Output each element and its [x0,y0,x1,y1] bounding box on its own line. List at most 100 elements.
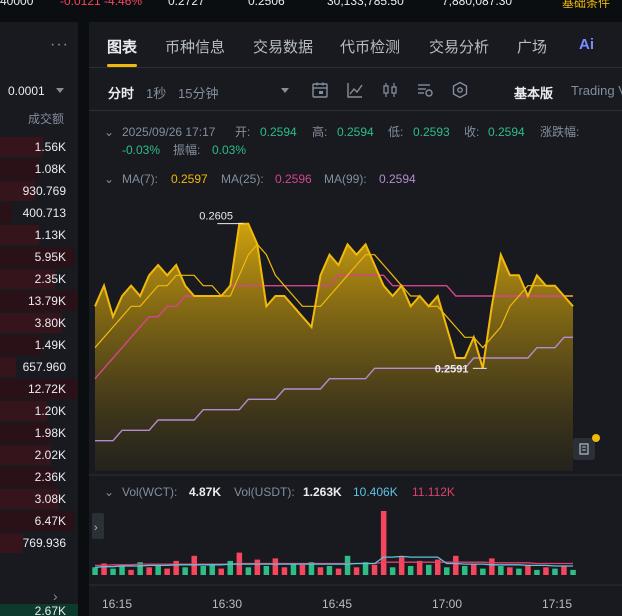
order-book-header: ··· [0,22,78,68]
volume-bar [245,567,252,575]
tab-token-check[interactable]: 代币检测 [340,36,400,57]
volume-bar [326,566,333,575]
time-tick-label: 17:00 [432,597,462,611]
volume-bar [534,569,540,575]
order-book-value: 1.56K [34,140,66,154]
order-book-value: 1.49K [34,338,66,352]
tab-square[interactable]: 广场 [517,36,547,57]
column-header-turnover: 成交额 [28,112,65,126]
order-book-row[interactable]: 1.49K [0,334,78,356]
volume-bar [254,559,261,575]
volume-bar [416,560,423,575]
vol-ma1-value: 10.406K [353,485,398,499]
volume-bar [462,566,468,575]
order-book-row[interactable]: 1.20K [0,400,78,422]
order-book-value: 13.79K [27,294,66,308]
order-book-row[interactable]: 657.960 [0,356,78,378]
order-book-row[interactable]: 1.08K [0,158,78,180]
order-book-row[interactable]: 1.98K [0,422,78,444]
order-book-row[interactable]: 2.35K [0,268,78,290]
order-book-row[interactable]: 2.36K [0,466,78,488]
order-book-value: 3.08K [34,492,66,506]
hexagon-icon[interactable] [451,81,469,99]
order-book-row[interactable]: 12.72K [0,378,78,400]
ticker-turnover: 7,880,087.30 [442,0,513,8]
volume-bar [164,568,170,575]
precision-select[interactable]: 0.0001 [8,84,45,98]
timeframe-1s[interactable]: 1秒 [146,83,166,102]
volume-bar [489,558,495,575]
chevron-down-icon[interactable] [56,88,64,93]
order-book-value: 2.35K [34,272,66,286]
time-tick-label: 17:15 [542,597,572,611]
depth-bar [0,203,12,223]
ma25-value: 0.2596 [275,172,312,186]
chart-panel: 图表 币种信息 交易数据 代币检测 交易分析 广场 Ai 分时 1秒 15分钟 [89,22,622,616]
volume-bar [335,568,342,575]
order-book-row[interactable]: 3.80K [0,312,78,334]
ma7-value: 0.2597 [171,172,208,186]
volume-bar [146,567,152,575]
tab-chart[interactable]: 图表 [107,36,137,57]
tab-trade-analysis[interactable]: 交易分析 [429,36,489,57]
volume-bar [516,568,522,575]
order-book-row[interactable]: 930.769 [0,180,78,202]
volume-bar [227,560,233,575]
ticker-link[interactable]: 基础条件 [562,0,610,8]
vol-usdt-label: Vol(USDT): [234,485,295,499]
volume-bar [552,568,558,575]
tradingview-button[interactable]: Trading V [571,83,622,98]
order-book-row[interactable]: 6.47K [0,510,78,532]
volume-bar [507,567,513,575]
ticker-strip: 40000 -0.0121 -4.46% 0.2727 0.2506 30,13… [0,0,622,8]
order-book-row[interactable]: 1.56K [0,136,78,158]
price-chart[interactable]: ⌄ 2025/09/26 17:17 开: 0.2594 高: 0.2594 低… [89,111,622,616]
indicator-toggle-button[interactable] [573,434,600,460]
vol-collapse-icon[interactable]: ⌄ [104,485,114,499]
volume-bar [200,566,206,575]
basic-view-button[interactable]: 基本版 [514,83,553,102]
order-book-row[interactable]: 13.79K [0,290,78,312]
timeframe-line[interactable]: 分时 [108,83,134,102]
info-amplitude: 0.03% [212,143,246,157]
volume-bar [173,560,179,575]
volume-bar [182,567,188,575]
volume-bar [480,568,486,575]
time-tick-label: 16:30 [212,597,242,611]
order-book-row[interactable]: 1.13K [0,224,78,246]
chart-toolbar: 分时 1秒 15分钟 基本版 Trading V [89,69,622,109]
tab-trading-data[interactable]: 交易数据 [253,36,313,57]
order-book-row[interactable]: 400.713 [0,202,78,224]
volume-bar [371,564,378,575]
timeframe-dropdown-icon[interactable] [281,88,289,93]
info-low: 0.2593 [413,125,450,139]
pane-expand-button[interactable]: › [92,513,104,539]
ma-collapse-icon[interactable]: ⌄ [104,172,114,186]
vol-wct-label: Vol(WCT): [122,485,177,499]
volume-bar [128,569,134,575]
info-change-label: 涨跌幅: [540,124,579,139]
info-change: -0.03% [122,143,160,157]
order-book-bottom-row[interactable]: 2.67K [0,600,78,616]
candlestick-icon[interactable] [381,81,399,99]
more-icon[interactable]: ··· [50,36,69,54]
order-book-row[interactable]: 5.95K [0,246,78,268]
order-book-value: 769.936 [22,536,66,550]
order-book-panel: ··· 0.0001 成交额 1.56K 1.08K 930.769 400.713 1… [0,22,78,616]
order-book-value: 930.769 [22,184,66,198]
order-book-row[interactable]: 769.936 [0,532,78,554]
settings-list-icon[interactable] [416,81,434,99]
chart-area[interactable]: ⌄ 2025/09/26 17:17 开: 0.2594 高: 0.2594 低… [89,110,622,616]
order-book-value: 1.20K [34,404,66,418]
tab-coin-info[interactable]: 币种信息 [165,36,225,57]
info-collapse-icon[interactable]: ⌄ [104,125,114,139]
line-chart-icon[interactable] [346,81,364,99]
order-book-row[interactable]: 3.08K [0,488,78,510]
timeframe-15m[interactable]: 15分钟 [178,83,218,102]
order-book-row[interactable]: 2.02K [0,444,78,466]
ai-button[interactable]: Ai [579,36,594,53]
ma99-label: MA(99): [324,172,367,186]
info-close-label: 收: [464,125,479,139]
calendar-icon[interactable] [311,81,329,99]
volume-bar [299,564,306,575]
